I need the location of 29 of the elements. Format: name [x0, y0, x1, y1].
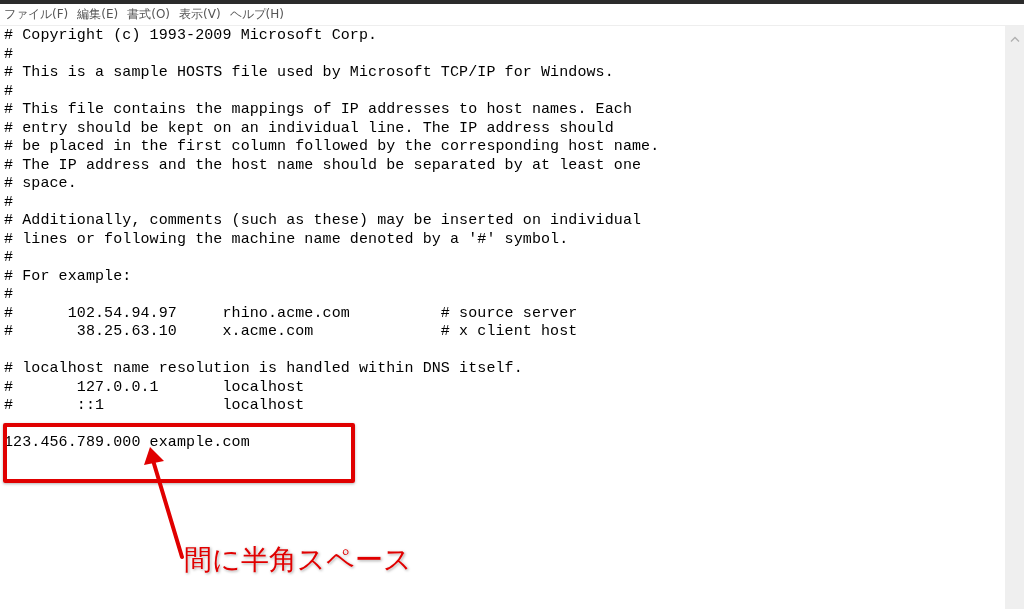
text-line: # be placed in the first column followed by the corresponding host name.	[4, 138, 660, 157]
text-line: # This is a sample HOSTS file used by Microsoft TCP/IP for Windows.	[4, 64, 614, 83]
text-line: # localhost name resolution is handled within DNS itself.	[4, 360, 523, 379]
text-line: # Copyright (c) 1993-2009 Microsoft Corp.	[4, 27, 378, 46]
text-line: #	[4, 286, 14, 305]
menu-item[interactable]: 表示(V)	[179, 6, 221, 23]
text-line: # This file contains the mappings of IP addresses to host names. Each	[4, 101, 632, 120]
menu-item[interactable]: ファイル(F)	[4, 6, 69, 23]
text-line: #	[4, 193, 14, 212]
menu-item[interactable]: 書式(O)	[127, 6, 171, 23]
text-line: #	[4, 82, 14, 101]
text-line: # Additionally, comments (such as these) may be inserted on individual	[4, 212, 642, 231]
annotation-label: 間に半角スペース	[184, 542, 412, 578]
text-line: #	[4, 45, 14, 64]
text-line: # 102.54.94.97 rhino.acme.com # source server	[4, 304, 578, 323]
scrollbar[interactable]	[1005, 26, 1024, 609]
text-line: # 127.0.0.1 localhost	[4, 378, 305, 397]
text-line: 123.456.789.000 example.com	[4, 434, 250, 453]
text-line: # For example:	[4, 267, 132, 286]
text-line: # space.	[4, 175, 77, 194]
text-line: #	[4, 249, 14, 268]
text-line: # ::1 localhost	[4, 397, 305, 416]
text-line: # The IP address and the host name should be separated by at least one	[4, 156, 642, 175]
scroll-up-icon[interactable]	[1009, 36, 1020, 42]
text-line: # 38.25.63.10 x.acme.com # x client host	[4, 323, 578, 342]
text-line: # entry should be kept on an individual line. The IP address should	[4, 119, 614, 138]
menu-item[interactable]: 編集(E)	[77, 6, 119, 23]
menu-item[interactable]: ヘルプ(H)	[229, 6, 284, 23]
text-line: # lines or following the machine name denoted by a '#' symbol.	[4, 230, 569, 249]
